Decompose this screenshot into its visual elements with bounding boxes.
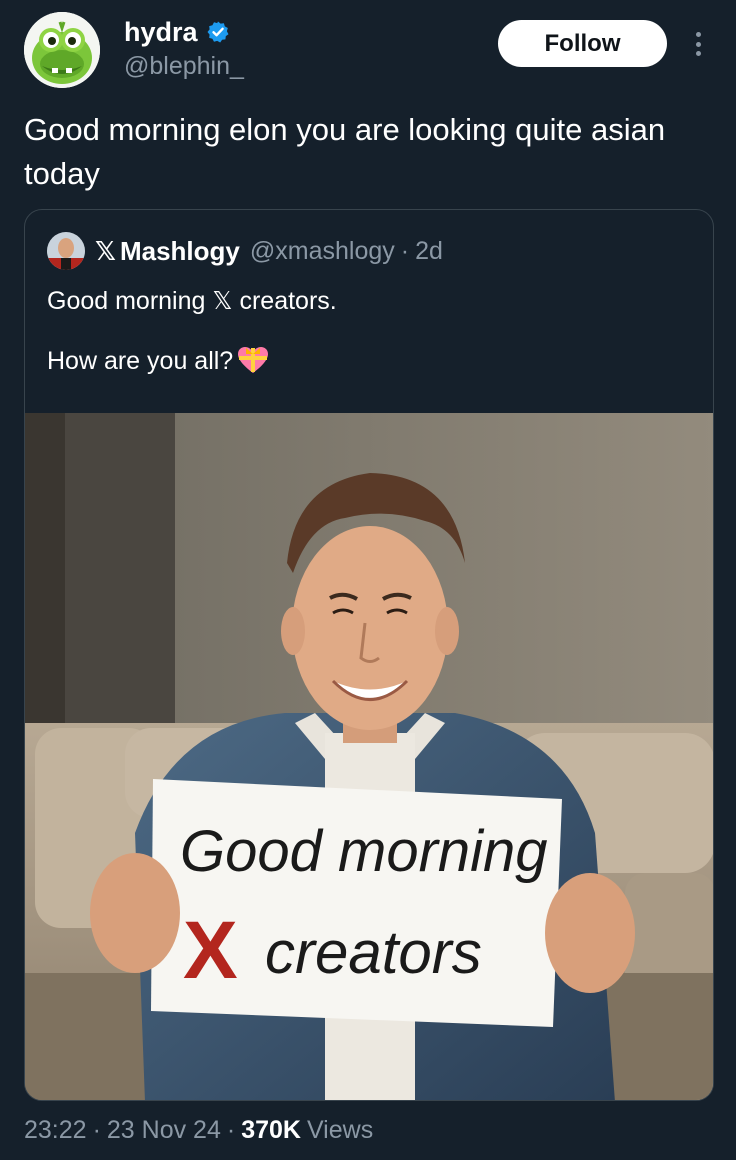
quoted-author-avatar[interactable] [47, 232, 85, 270]
author-names: hydra @blephin_ [124, 14, 244, 81]
tweet-time[interactable]: 23:22 [24, 1116, 87, 1145]
man-holding-sign-image: Good morning X creators [25, 413, 713, 1100]
heart-with-ribbon-icon [238, 347, 269, 373]
quoted-tweet-card[interactable]: 𝕏 Mashlogy @xmashlogy · 2d Good morning … [24, 209, 714, 1101]
author-display-name[interactable]: hydra [124, 17, 198, 48]
author-avatar[interactable] [24, 12, 100, 88]
quoted-text-line-2: How are you all? [47, 346, 687, 376]
verified-badge-icon [207, 21, 229, 43]
quoted-text-line-1: Good morning 𝕏 creators. [47, 286, 687, 316]
display-name-row: hydra [124, 14, 244, 50]
more-dot [695, 51, 701, 56]
tweet-text: Good morning elon you are looking quite … [24, 112, 666, 191]
om-nom-avatar-icon [24, 12, 100, 88]
quoted-text-prefix: Good morning [47, 287, 213, 315]
more-dot [695, 32, 701, 37]
separator-dot: · [400, 236, 410, 265]
sign-text-line-1: Good morning [180, 819, 548, 884]
sign-x-mark: X [183, 905, 238, 996]
views-label: Views [306, 1116, 374, 1144]
follow-button[interactable]: Follow [498, 20, 667, 67]
quoted-tweet-header: 𝕏 Mashlogy @xmashlogy · 2d [47, 231, 443, 271]
x-logo-icon: 𝕏 [95, 235, 116, 266]
tweet-header: hydra @blephin_ Follow [0, 0, 736, 100]
tweet-date[interactable]: 23 Nov 24 [107, 1116, 221, 1145]
separator-dot: · [226, 1116, 236, 1144]
quoted-tweet-time[interactable]: 2d [415, 237, 443, 266]
quoted-text-question: How are you all? [47, 347, 234, 375]
quoted-tweet-text: Good morning 𝕏 creators. How are you all… [47, 286, 687, 406]
quoted-author-avatar-icon [47, 232, 85, 270]
x-logo-inline-icon: 𝕏 [212, 287, 233, 315]
views-count[interactable]: 370K [241, 1116, 301, 1145]
tweet-meta: 23:22 · 23 Nov 24 · 370K Views [24, 1116, 373, 1145]
quoted-author-handle[interactable]: @xmashlogy [250, 237, 395, 266]
quoted-text-suffix: creators. [232, 287, 337, 315]
quoted-tweet-image[interactable]: Good morning X creators [25, 413, 713, 1100]
sign-text-line-2: creators [265, 919, 482, 986]
more-dot [695, 41, 701, 47]
separator-dot: · [92, 1116, 101, 1144]
more-dots-icon[interactable] [686, 26, 710, 62]
author-handle[interactable]: @blephin_ [124, 52, 244, 81]
quoted-author-display-name[interactable]: Mashlogy [120, 236, 240, 267]
